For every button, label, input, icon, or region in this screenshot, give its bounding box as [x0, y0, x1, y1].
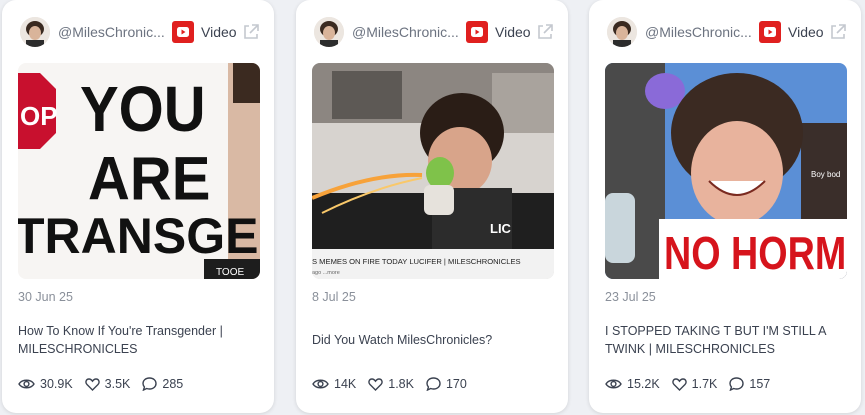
external-link-icon[interactable] — [829, 23, 847, 41]
heart-icon — [671, 377, 687, 391]
comment-icon — [426, 377, 441, 391]
thumbnail-headline-1: YOU — [80, 74, 206, 145]
eye-icon — [18, 379, 35, 389]
avatar[interactable] — [607, 17, 637, 47]
publish-date: 30 Jun 25 — [18, 290, 73, 304]
eye-icon — [312, 379, 329, 389]
channel-handle[interactable]: @MilesChronic... — [58, 24, 166, 40]
card-header: @MilesChronic... Video — [20, 16, 260, 48]
thumbnail-waistband-text: TOOE — [216, 267, 244, 278]
channel-handle[interactable]: @MilesChronic... — [645, 24, 753, 40]
content-type-label: Video — [788, 24, 824, 40]
views-count: 30.9K — [40, 377, 73, 391]
views-count: 14K — [334, 377, 357, 391]
video-title[interactable]: Did You Watch MilesChronicles? — [312, 331, 554, 349]
youtube-icon — [466, 21, 488, 43]
thumbnail-headline: NO HORMO — [664, 227, 847, 278]
video-thumbnail[interactable]: OP TOOE YOU ARE TRANSGENDE — [18, 63, 260, 279]
video-thumbnail[interactable]: Boy bod NO HORMO — [605, 63, 847, 279]
video-thumbnail[interactable]: LIC S MEMES ON FIRE TODAY LUCIFER | MILE… — [312, 63, 554, 279]
likes-count: 3.5K — [104, 377, 131, 391]
thumbnail-headline-2: ARE — [88, 144, 210, 213]
heart-icon — [84, 377, 100, 391]
comments-count: 157 — [749, 377, 771, 391]
video-card[interactable]: @MilesChronic... Video Boy bod NO HORMO … — [589, 0, 861, 413]
content-type-label: Video — [201, 24, 237, 40]
video-title[interactable]: I STOPPED TAKING T BUT I'M STILL A TWINK… — [605, 322, 847, 358]
avatar[interactable] — [20, 17, 50, 47]
publish-date: 8 Jul 25 — [312, 290, 356, 304]
engagement-stats: 15.2K 1.7K 157 — [605, 377, 782, 391]
youtube-icon — [759, 21, 781, 43]
external-link-icon[interactable] — [242, 23, 260, 41]
comment-icon — [729, 377, 745, 391]
comment-icon — [142, 377, 158, 391]
likes-count: 1.7K — [691, 377, 718, 391]
external-link-icon[interactable] — [536, 23, 554, 41]
thumbnail-stop-text: OP — [20, 101, 58, 131]
thumbnail-caption: S MEMES ON FIRE TODAY LUCIFER | MILESCHR… — [312, 257, 521, 266]
engagement-stats: 14K 1.8K 170 — [312, 377, 479, 391]
thumbnail-shirt-text: Boy bod — [811, 170, 840, 179]
video-card[interactable]: @MilesChronic... Video OP TOOE YOU ARE T… — [2, 0, 274, 413]
engagement-stats: 30.9K 3.5K 285 — [18, 377, 195, 391]
eye-icon — [605, 379, 622, 389]
comments-count: 285 — [162, 377, 184, 391]
heart-icon — [368, 377, 383, 391]
thumbnail-shirt-text: LIC — [490, 221, 512, 236]
channel-handle[interactable]: @MilesChronic... — [352, 24, 460, 40]
publish-date: 23 Jul 25 — [605, 290, 656, 304]
views-count: 15.2K — [627, 377, 660, 391]
video-title[interactable]: How To Know If You're Transgender | MILE… — [18, 322, 260, 358]
thumbnail-headline-3: TRANSGENDE — [18, 208, 260, 264]
video-card[interactable]: @MilesChronic... Video LIC S MEMES ON FI… — [296, 0, 568, 413]
card-header: @MilesChronic... Video — [314, 16, 554, 48]
avatar[interactable] — [314, 17, 344, 47]
comments-count: 170 — [445, 377, 467, 391]
card-header: @MilesChronic... Video — [607, 16, 847, 48]
likes-count: 1.8K — [388, 377, 414, 391]
content-type-label: Video — [495, 24, 531, 40]
thumbnail-subcaption: ago ...more — [312, 270, 340, 276]
youtube-icon — [172, 21, 194, 43]
